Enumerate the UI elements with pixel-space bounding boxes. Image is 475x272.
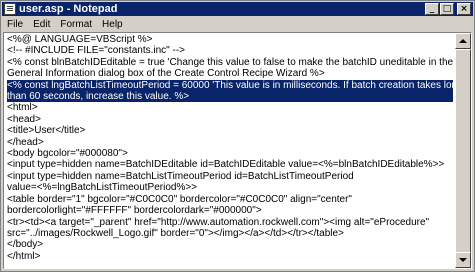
editor-text-area[interactable]: <%@ LANGUAGE=VBScript %> <!-- #INCLUDE F…	[7, 34, 453, 266]
minimize-button[interactable]: _	[425, 3, 439, 15]
scroll-down-button[interactable]	[455, 252, 471, 268]
editor-line: src="../images/Rockwell_Logo.gif" border…	[7, 227, 344, 239]
editor-line: <title>User</title>	[7, 125, 86, 137]
editor-line: <input type=hidden name=BatchIDEditable …	[7, 159, 445, 171]
menu-format[interactable]: Format	[55, 19, 97, 30]
editor-line: bordercolorlight="#FFFFFF" bordercolorda…	[7, 205, 262, 217]
editor-line: <head>	[7, 113, 41, 125]
arrow-up-icon	[459, 39, 467, 43]
editor-line: </head>	[7, 136, 44, 148]
window-title: user.asp - Notepad	[19, 3, 118, 15]
editor-line: value=<%=lngBatchListTimeoutPeriod%>>	[7, 182, 198, 194]
menu-help[interactable]: Help	[97, 19, 128, 30]
notepad-app-icon[interactable]	[4, 3, 16, 15]
scroll-up-button[interactable]	[455, 33, 471, 49]
editor-line: </html>	[7, 250, 41, 262]
text-editor[interactable]: <%@ LANGUAGE=VBScript %> <!-- #INCLUDE F…	[3, 32, 472, 269]
editor-line: <% const blnBatchIDEditable = true 'Chan…	[7, 56, 453, 68]
selected-editor-line: <% const lngBatchListTimeoutPeriod = 600…	[7, 79, 453, 92]
editor-line: <body bgcolor="#000080">	[7, 148, 128, 160]
editor-line: <html>	[7, 102, 38, 114]
editor-line: </body>	[7, 239, 44, 251]
vertical-scrollbar[interactable]	[455, 33, 471, 268]
title-bar[interactable]: user.asp - Notepad _ □ ×	[2, 2, 473, 16]
menu-bar: File Edit Format Help	[2, 17, 473, 31]
editor-line: <input type=hidden name=BatchListTimeout…	[7, 170, 354, 182]
notepad-window: user.asp - Notepad _ □ × File Edit Forma…	[0, 0, 475, 272]
editor-line: <!-- #INCLUDE FILE="constants.inc" -->	[7, 45, 185, 57]
scrollbar-thumb[interactable]	[455, 49, 471, 255]
menu-file[interactable]: File	[2, 19, 28, 30]
maximize-button[interactable]: □	[440, 3, 454, 15]
menu-edit[interactable]: Edit	[28, 19, 55, 30]
editor-line: <table border="1" bgcolor="#C0C0C0" bord…	[7, 193, 352, 205]
close-button[interactable]: ×	[457, 3, 471, 15]
editor-line: General Information dialog box of the Cr…	[7, 68, 325, 80]
editor-line: <tr><td><a target="_parent" href="http:/…	[7, 216, 430, 228]
editor-line: <%@ LANGUAGE=VBScript %>	[7, 34, 153, 45]
arrow-down-icon	[459, 258, 467, 262]
window-controls: _ □ ×	[424, 3, 471, 15]
selected-editor-line: than 60 seconds, increase this value. %>	[7, 91, 453, 103]
